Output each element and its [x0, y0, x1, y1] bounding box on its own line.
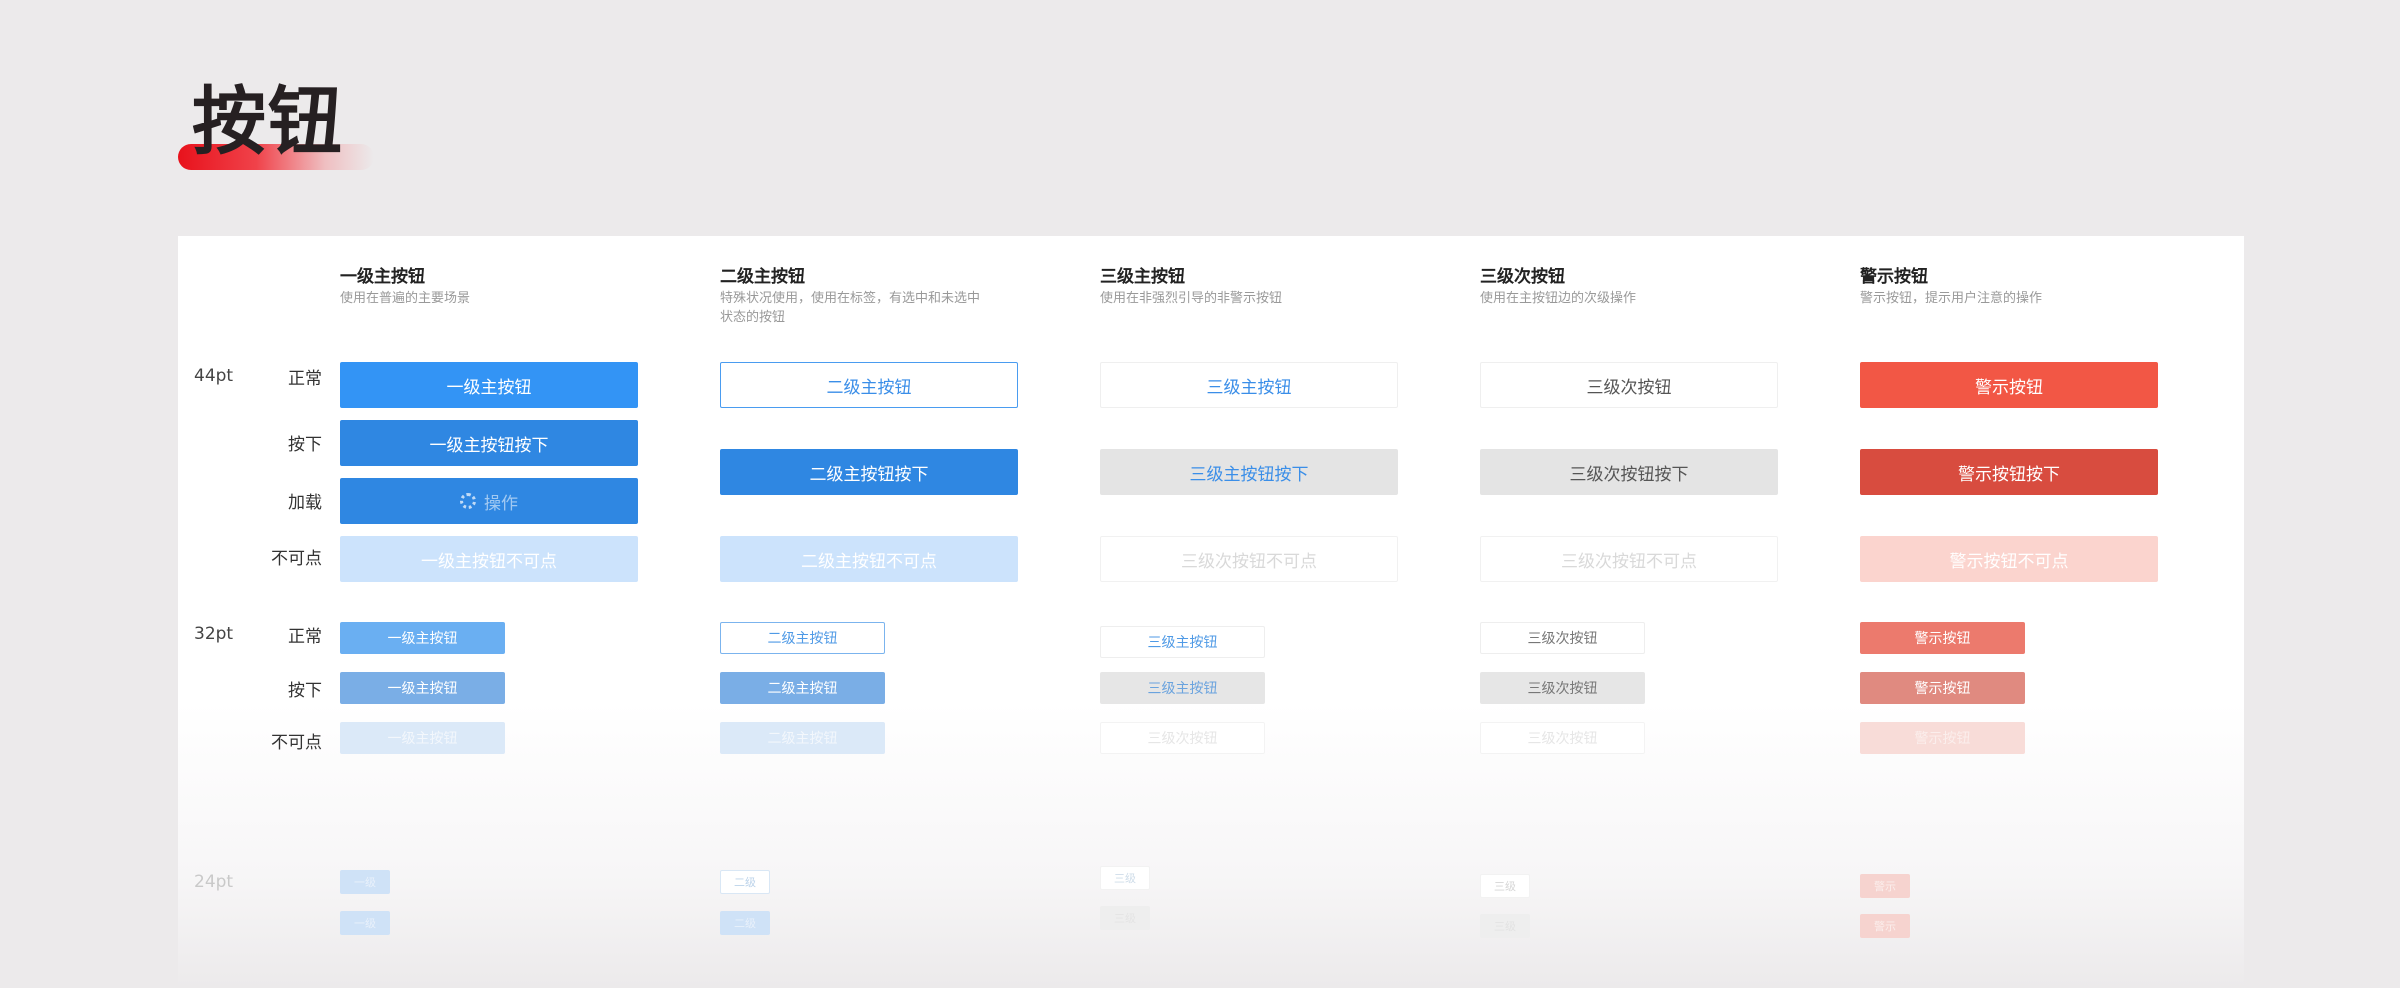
tertiary-button-pressed[interactable]: 三级主按钮按下: [1100, 449, 1398, 495]
column-header-tertiary-secondary: 三级次按钮 使用在主按钮边的次级操作: [1480, 266, 1636, 308]
secondary-button-32-disabled: 二级主按钮: [720, 722, 885, 754]
state-label-pressed: 按下: [288, 435, 322, 455]
secondary-button-24-pressed[interactable]: 二级: [720, 911, 770, 935]
tertiary-button-32-disabled: 三级次按钮: [1100, 722, 1265, 754]
secondary-button-32-pressed[interactable]: 二级主按钮: [720, 672, 885, 704]
column-title: 三级次按钮: [1480, 267, 1565, 287]
primary-button-disabled: 一级主按钮不可点: [340, 536, 638, 582]
state-label-normal: 正常: [288, 369, 322, 389]
warning-button-32-normal[interactable]: 警示按钮: [1860, 622, 2025, 654]
secondary-button-24-normal[interactable]: 二级: [720, 870, 770, 894]
column-title: 二级主按钮: [720, 267, 805, 287]
warning-button-32-disabled: 警示按钮: [1860, 722, 2025, 754]
warning-button-pressed[interactable]: 警示按钮按下: [1860, 449, 2158, 495]
warning-button-normal[interactable]: 警示按钮: [1860, 362, 2158, 408]
page-title: 按钮: [192, 79, 344, 165]
warning-button-disabled: 警示按钮不可点: [1860, 536, 2158, 582]
tertiary-secondary-button-24-pressed[interactable]: 三级: [1480, 914, 1530, 938]
column-header-secondary: 二级主按钮 特殊状况使用，使用在标签，有选中和未选中 状态的按钮: [720, 266, 980, 327]
column-title: 警示按钮: [1860, 267, 1928, 287]
state-label-disabled: 不可点: [271, 549, 322, 569]
column-desc: 使用在普遍的主要场景: [340, 291, 471, 306]
column-desc: 状态的按钮: [720, 310, 786, 325]
size-label-24: 24pt: [194, 872, 234, 892]
primary-button-32-pressed[interactable]: 一级主按钮: [340, 672, 505, 704]
warning-button-32-pressed[interactable]: 警示按钮: [1860, 672, 2025, 704]
size-label-32: 32pt: [194, 624, 234, 644]
column-desc: 警示按钮，提示用户注意的操作: [1860, 291, 2043, 306]
tertiary-secondary-button-pressed[interactable]: 三级次按钮按下: [1480, 449, 1778, 495]
tertiary-secondary-button-24-normal[interactable]: 三级: [1480, 874, 1530, 898]
tertiary-secondary-button-32-normal[interactable]: 三级次按钮: [1480, 622, 1645, 654]
column-header-tertiary: 三级主按钮 使用在非强烈引导的非警示按钮: [1100, 266, 1282, 308]
secondary-button-normal[interactable]: 二级主按钮: [720, 362, 1018, 408]
column-desc: 使用在非强烈引导的非警示按钮: [1100, 291, 1283, 306]
primary-button-24-pressed[interactable]: 一级: [340, 911, 390, 935]
column-title: 一级主按钮: [340, 267, 425, 287]
page-header: 按钮: [178, 72, 378, 172]
column-header-primary: 一级主按钮 使用在普遍的主要场景: [340, 266, 470, 308]
secondary-button-32-normal[interactable]: 二级主按钮: [720, 622, 885, 654]
state-label-normal: 正常: [288, 627, 322, 647]
state-label-pressed: 按下: [288, 681, 322, 701]
primary-button-24-normal[interactable]: 一级: [340, 870, 390, 894]
loading-spinner-icon: [460, 493, 476, 509]
state-label-disabled: 不可点: [271, 733, 322, 753]
column-title: 三级主按钮: [1100, 267, 1185, 287]
tertiary-button-24-normal[interactable]: 三级: [1100, 866, 1150, 890]
primary-button-32-disabled: 一级主按钮: [340, 722, 505, 754]
tertiary-button-normal[interactable]: 三级主按钮: [1100, 362, 1398, 408]
secondary-button-pressed[interactable]: 二级主按钮按下: [720, 449, 1018, 495]
tertiary-secondary-button-32-pressed[interactable]: 三级次按钮: [1480, 672, 1645, 704]
tertiary-button-32-normal[interactable]: 三级主按钮: [1100, 626, 1265, 658]
primary-button-loading[interactable]: 操作: [340, 478, 638, 524]
tertiary-button-disabled: 三级次按钮不可点: [1100, 536, 1398, 582]
primary-button-32-normal[interactable]: 一级主按钮: [340, 622, 505, 654]
column-desc: 使用在主按钮边的次级操作: [1480, 291, 1637, 306]
column-desc: 特殊状况使用，使用在标签，有选中和未选中: [720, 291, 981, 306]
tertiary-secondary-button-disabled: 三级次按钮不可点: [1480, 536, 1778, 582]
column-header-warning: 警示按钮 警示按钮，提示用户注意的操作: [1860, 266, 2042, 308]
size-label-44: 44pt: [194, 366, 234, 386]
button-spec-card: 一级主按钮 使用在普遍的主要场景 二级主按钮 特殊状况使用，使用在标签，有选中和…: [178, 236, 2244, 988]
state-label-loading: 加载: [288, 493, 322, 513]
loading-label: 操作: [484, 493, 518, 514]
tertiary-secondary-button-32-disabled: 三级次按钮: [1480, 722, 1645, 754]
tertiary-secondary-button-normal[interactable]: 三级次按钮: [1480, 362, 1778, 408]
primary-button-normal[interactable]: 一级主按钮: [340, 362, 638, 408]
tertiary-button-24-pressed[interactable]: 三级: [1100, 906, 1150, 930]
tertiary-button-32-pressed[interactable]: 三级主按钮: [1100, 672, 1265, 704]
secondary-button-disabled: 二级主按钮不可点: [720, 536, 1018, 582]
warning-button-24-normal[interactable]: 警示: [1860, 874, 1910, 898]
primary-button-pressed[interactable]: 一级主按钮按下: [340, 420, 638, 466]
warning-button-24-pressed[interactable]: 警示: [1860, 914, 1910, 938]
